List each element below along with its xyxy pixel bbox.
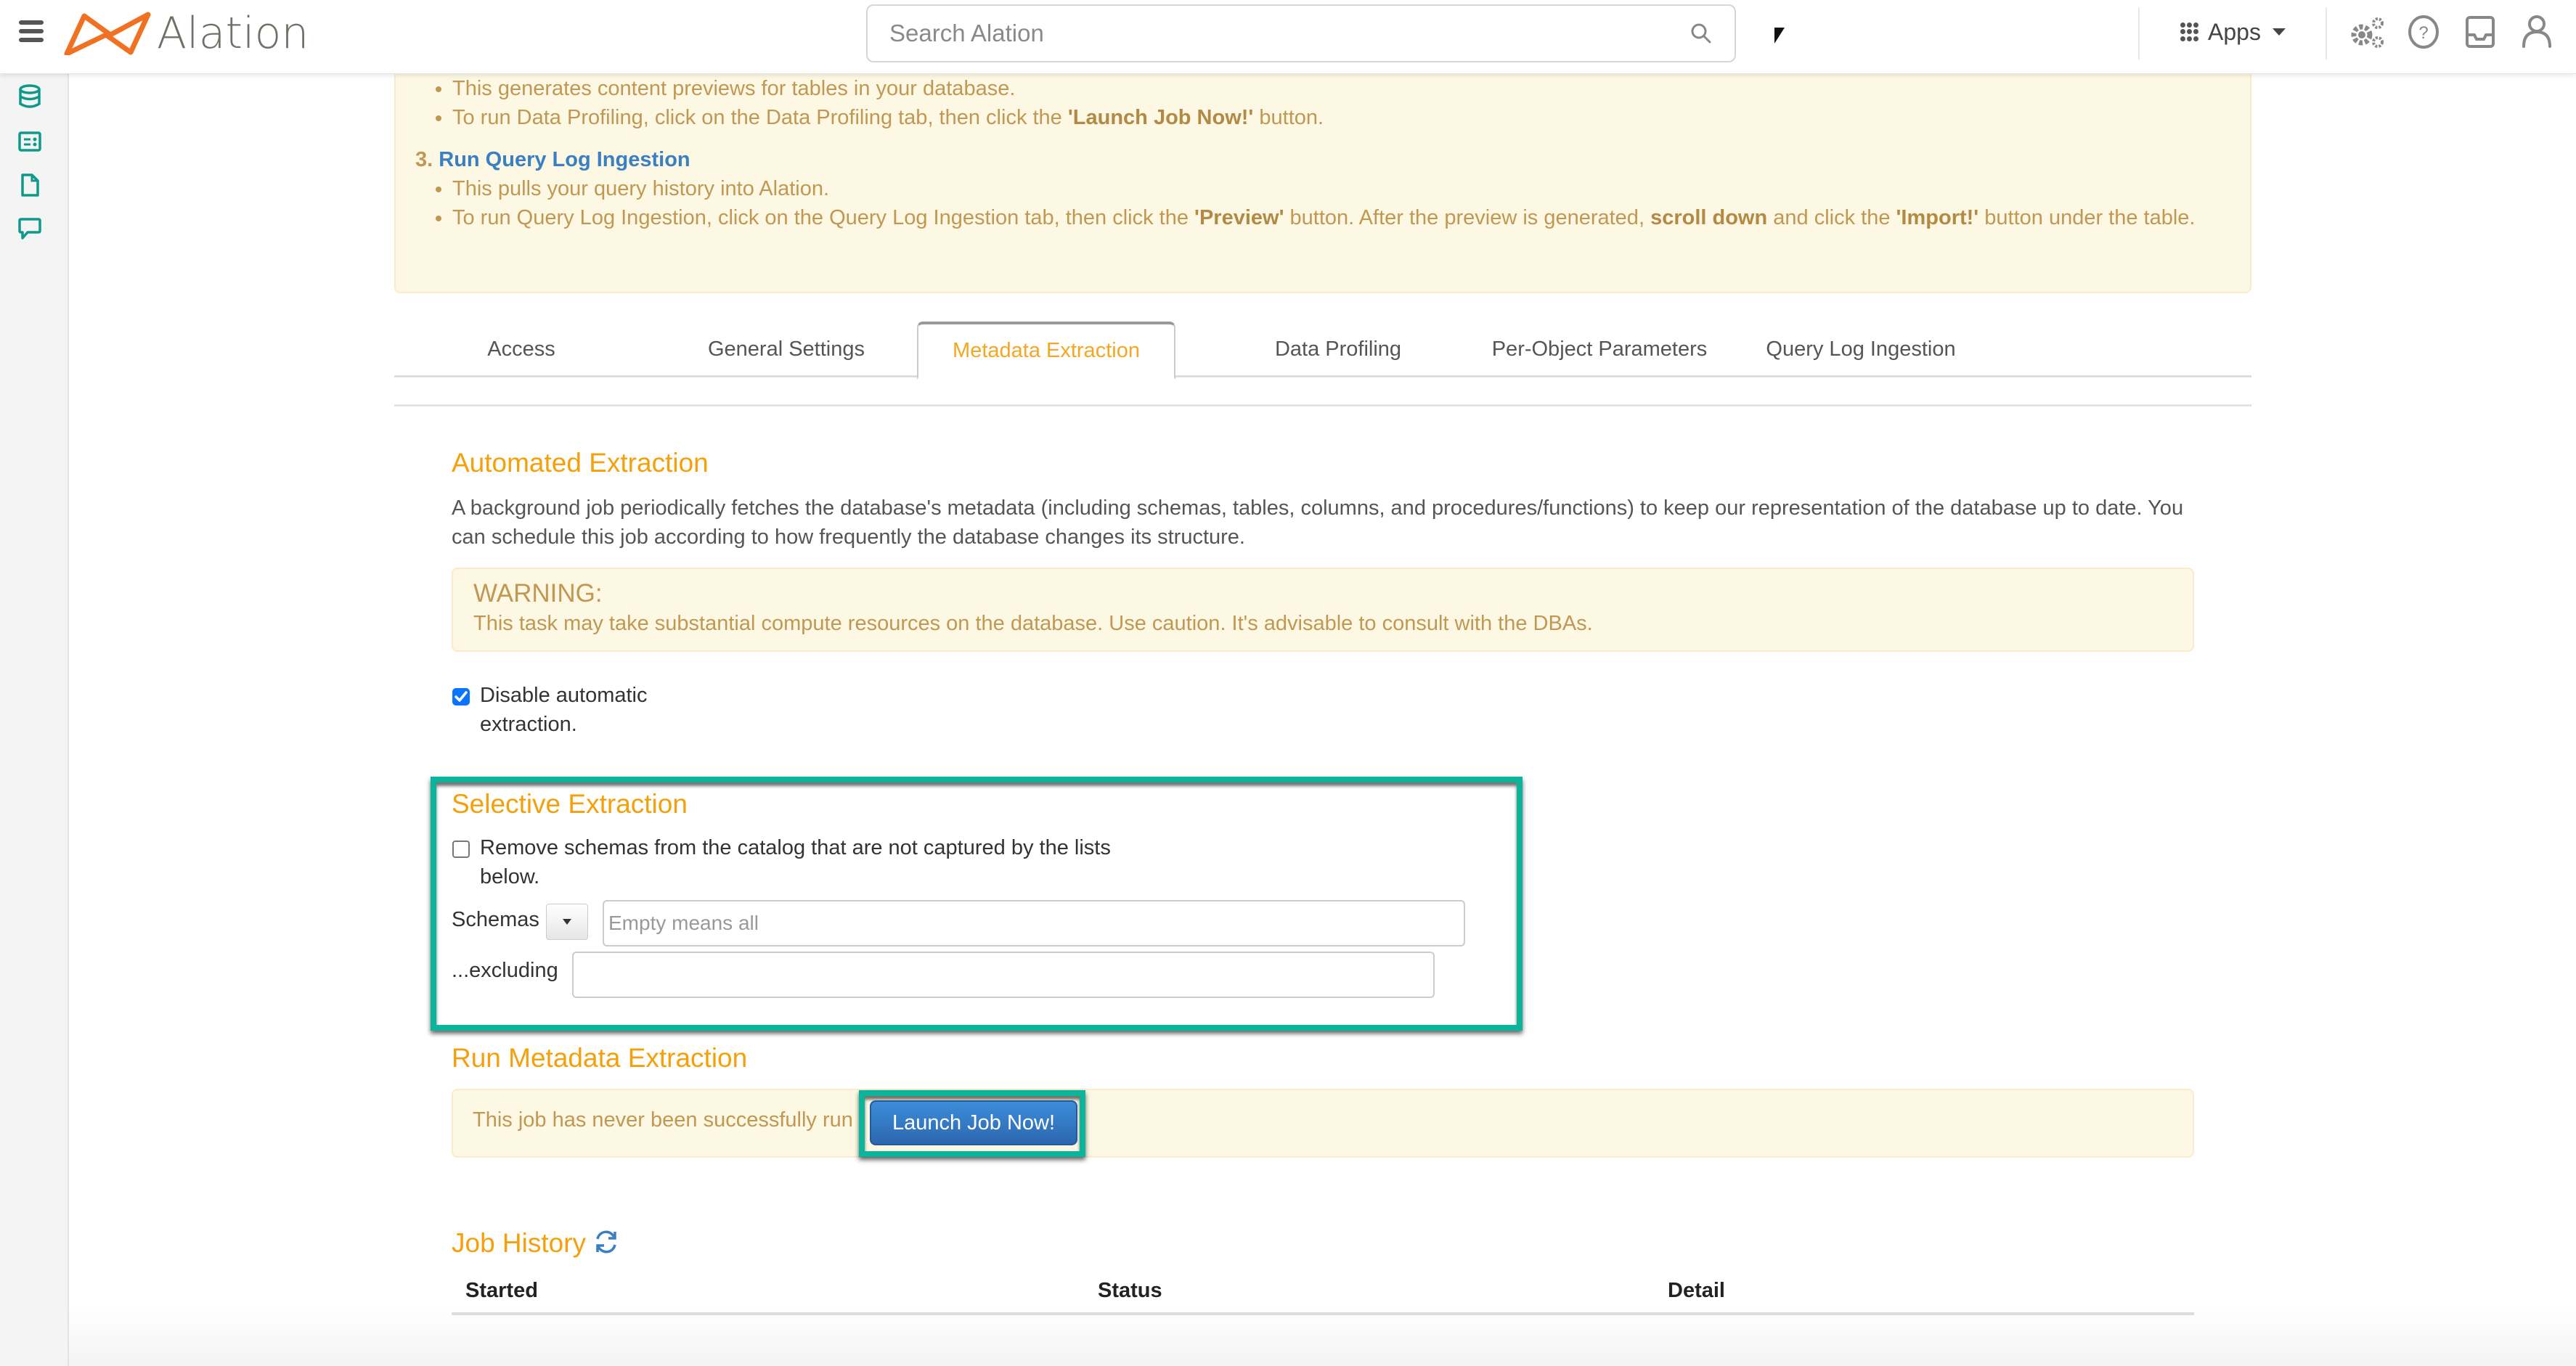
column-header-status[interactable]: Status bbox=[1098, 1279, 1162, 1303]
run-query-log-ingestion-link[interactable]: Run Query Log Ingestion bbox=[439, 148, 690, 171]
excluding-label: ...excluding bbox=[452, 959, 558, 982]
catalog-card-icon[interactable] bbox=[17, 129, 42, 154]
run-metadata-extraction-heading: Run Metadata Extraction bbox=[452, 1043, 748, 1073]
warning-text: This task may take substantial compute r… bbox=[473, 612, 1593, 635]
column-header-started[interactable]: Started bbox=[465, 1279, 538, 1303]
tab-data-profiling[interactable]: Data Profiling bbox=[1207, 322, 1469, 377]
mouse-cursor bbox=[1774, 28, 1785, 44]
svg-text:?: ? bbox=[2418, 23, 2428, 43]
nav-divider bbox=[2138, 7, 2140, 60]
automated-extraction-description: A background job periodically fetches th… bbox=[452, 496, 2184, 549]
menu-icon[interactable] bbox=[19, 20, 44, 42]
selective-extraction-heading: Selective Extraction bbox=[452, 789, 688, 819]
brand-name: Alation bbox=[157, 8, 309, 59]
schemas-label: Schemas bbox=[452, 908, 539, 931]
apps-menu-button[interactable]: Apps bbox=[2180, 15, 2286, 49]
search-input[interactable] bbox=[889, 20, 1690, 47]
warning-title: WARNING: bbox=[473, 579, 603, 608]
help-icon[interactable]: ? bbox=[2406, 13, 2444, 51]
apps-grid-icon bbox=[2180, 23, 2199, 41]
instruction-bullet: This generates content previews for tabl… bbox=[452, 74, 1324, 103]
document-icon[interactable] bbox=[17, 173, 42, 197]
database-icon[interactable] bbox=[17, 84, 42, 109]
alation-bowtie-icon bbox=[64, 12, 151, 55]
conversation-icon[interactable] bbox=[17, 216, 42, 241]
table-header-divider bbox=[452, 1312, 2194, 1315]
instruction-bullet: This pulls your query history into Alati… bbox=[452, 174, 2196, 203]
nav-divider bbox=[2326, 7, 2327, 60]
job-history-heading: Job History bbox=[452, 1228, 619, 1259]
remove-schemas-label[interactable]: Remove schemas from the catalog that are… bbox=[480, 833, 1162, 891]
divider bbox=[394, 404, 2251, 406]
left-sidebar bbox=[0, 74, 69, 1366]
remove-schemas-checkbox[interactable] bbox=[452, 841, 470, 858]
setup-instructions-panel: This generates content previews for tabl… bbox=[394, 74, 2251, 293]
page-bottom bbox=[69, 1306, 2576, 1366]
apps-label: Apps bbox=[2208, 18, 2261, 45]
tab-per-object-parameters[interactable]: Per-Object Parameters bbox=[1454, 322, 1745, 377]
instruction-bullet: To run Query Log Ingestion, click on the… bbox=[452, 203, 2196, 232]
job-history-title: Job History bbox=[452, 1228, 587, 1258]
disable-automatic-extraction-checkbox[interactable] bbox=[452, 688, 470, 706]
schemas-mode-dropdown[interactable] bbox=[546, 904, 588, 940]
alation-logo[interactable]: Alation bbox=[64, 8, 309, 59]
launch-job-now-button[interactable]: Launch Job Now! bbox=[870, 1100, 1077, 1145]
disable-automatic-extraction-label[interactable]: Disable automatic extraction. bbox=[480, 681, 669, 739]
warning-alert: WARNING: This task may take substantial … bbox=[452, 568, 2194, 652]
tab-access[interactable]: Access bbox=[438, 322, 605, 377]
search-box[interactable] bbox=[866, 4, 1736, 62]
chevron-down-icon bbox=[2272, 28, 2286, 36]
checkmark-icon bbox=[455, 691, 468, 702]
tab-metadata-extraction[interactable]: Metadata Extraction bbox=[917, 322, 1175, 380]
step-3-heading: 3. Run Query Log Ingestion bbox=[415, 148, 690, 171]
top-navbar: Alation Apps ? bbox=[0, 0, 2576, 74]
settings-tabs: Access General Settings Metadata Extract… bbox=[394, 322, 2251, 380]
refresh-icon[interactable] bbox=[593, 1229, 619, 1255]
tab-general-settings[interactable]: General Settings bbox=[670, 322, 902, 377]
instruction-bullet: To run Data Profiling, click on the Data… bbox=[452, 103, 1324, 132]
automated-extraction-heading: Automated Extraction bbox=[452, 448, 709, 478]
settings-gears-icon[interactable] bbox=[2349, 13, 2387, 51]
excluding-input[interactable] bbox=[572, 952, 1435, 998]
run-status-text: This job has never been successfully run bbox=[473, 1108, 853, 1132]
schemas-input[interactable] bbox=[603, 900, 1465, 946]
user-icon[interactable] bbox=[2519, 13, 2557, 51]
search-icon[interactable] bbox=[1690, 22, 1713, 45]
inbox-icon[interactable] bbox=[2463, 13, 2501, 51]
chevron-down-icon bbox=[563, 919, 571, 925]
column-header-detail[interactable]: Detail bbox=[1668, 1279, 1725, 1303]
tab-query-log-ingestion[interactable]: Query Log Ingestion bbox=[1730, 322, 1992, 377]
